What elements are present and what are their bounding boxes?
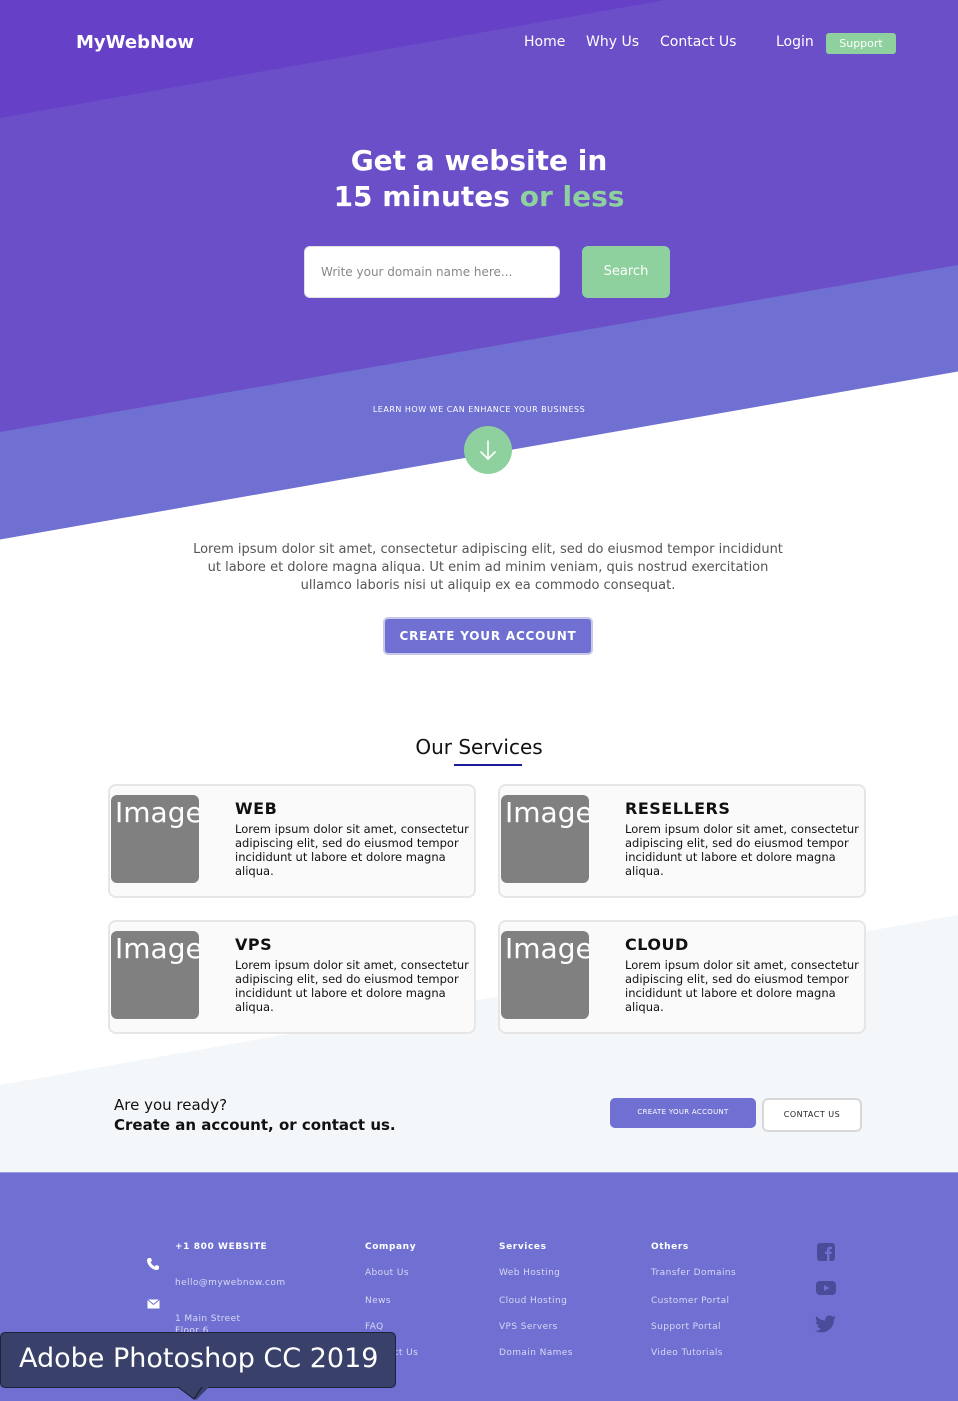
search-button[interactable]: Search — [582, 246, 670, 298]
service-name: WEB — [235, 799, 278, 818]
service-name: RESELLERS — [625, 799, 731, 818]
hero-title-accent: or less — [519, 180, 625, 213]
service-card-resellers[interactable]: Image RESELLERS Lorem ipsum dolor sit am… — [498, 784, 866, 898]
footer-link-support-portal[interactable]: Support Portal — [651, 1322, 721, 1332]
twitter-icon[interactable] — [815, 1315, 836, 1333]
arrow-down-icon — [480, 440, 496, 460]
facebook-icon[interactable] — [817, 1243, 835, 1261]
hero-title-main: 15 minutes — [333, 180, 520, 213]
footer-company-heading: Company — [365, 1242, 417, 1252]
support-button[interactable]: Support — [826, 33, 896, 54]
photoshop-tooltip: Adobe Photoshop CC 2019 — [0, 1332, 396, 1388]
nav-why-us-link[interactable]: Why Us — [586, 34, 639, 50]
service-image-placeholder: Image — [501, 931, 589, 1019]
site-logo[interactable]: MyWebNow — [76, 32, 194, 53]
service-description: Lorem ipsum dolor sit amet, consectetur … — [235, 958, 469, 1014]
hero-title-line2: 15 minutes or less — [279, 179, 679, 215]
service-image-placeholder: Image — [111, 931, 199, 1019]
footer-link-web-hosting[interactable]: Web Hosting — [499, 1268, 560, 1278]
cta-question: Are you ready? — [114, 1096, 228, 1114]
footer-link-about-us[interactable]: About Us — [365, 1268, 409, 1278]
service-card-web[interactable]: Image WEB Lorem ipsum dolor sit amet, co… — [108, 784, 476, 898]
intro-text: Lorem ipsum dolor sit amet, consectetur … — [193, 542, 783, 593]
service-description: Lorem ipsum dolor sit amet, consectetur … — [625, 958, 859, 1014]
phone-icon — [147, 1258, 159, 1270]
footer-email[interactable]: hello@mywebnow.com — [175, 1278, 285, 1288]
footer-link-domain-names[interactable]: Domain Names — [499, 1348, 573, 1358]
hero-title: Get a website in 15 minutes or less — [279, 143, 679, 215]
cta-statement: Create an account, or contact us. — [114, 1116, 396, 1134]
footer-link-video-tutorials[interactable]: Video Tutorials — [651, 1348, 723, 1358]
nav-contact-us-link[interactable]: Contact Us — [660, 34, 736, 50]
service-description: Lorem ipsum dolor sit amet, consectetur … — [235, 822, 469, 878]
service-card-vps[interactable]: Image VPS Lorem ipsum dolor sit amet, co… — [108, 920, 476, 1034]
footer-services-heading: Services — [499, 1242, 547, 1252]
nav-home-link[interactable]: Home — [524, 34, 565, 50]
footer-link-cloud-hosting[interactable]: Cloud Hosting — [499, 1296, 567, 1306]
scroll-down-button[interactable] — [464, 426, 512, 474]
footer-others-heading: Others — [651, 1242, 689, 1252]
create-account-button[interactable]: CREATE YOUR ACCOUNT — [383, 617, 593, 655]
tooltip-tail — [178, 1386, 210, 1400]
service-image-placeholder: Image — [111, 795, 199, 883]
youtube-icon[interactable] — [816, 1281, 836, 1295]
top-nav: MyWebNow Home Why Us Contact Us Login Su… — [0, 0, 958, 86]
footer-phone: +1 800 WEBSITE — [175, 1242, 268, 1252]
learn-more-label: LEARN HOW WE CAN ENHANCE YOUR BUSINESS — [372, 405, 586, 414]
mail-icon — [147, 1299, 160, 1309]
service-name: CLOUD — [625, 935, 689, 954]
footer-link-customer-portal[interactable]: Customer Portal — [651, 1296, 729, 1306]
service-name: VPS — [235, 935, 273, 954]
services-title: Our Services — [415, 735, 543, 759]
service-card-cloud[interactable]: Image CLOUD Lorem ipsum dolor sit amet, … — [498, 920, 866, 1034]
footer-address-line1: 1 Main Street — [175, 1314, 241, 1324]
tooltip-text: Adobe Photoshop CC 2019 — [19, 1343, 379, 1374]
cta-create-account-button[interactable]: CREATE YOUR ACCOUNT — [610, 1098, 756, 1128]
hero-title-line1: Get a website in — [350, 144, 608, 177]
footer-link-vps-servers[interactable]: VPS Servers — [499, 1322, 558, 1332]
services-title-underline — [454, 764, 522, 766]
domain-search-input[interactable] — [304, 246, 560, 298]
service-description: Lorem ipsum dolor sit amet, consectetur … — [625, 822, 859, 878]
nav-login-link[interactable]: Login — [776, 34, 814, 50]
footer-link-faq[interactable]: FAQ — [365, 1322, 384, 1332]
cta-contact-us-button[interactable]: CONTACT US — [762, 1098, 862, 1132]
service-image-placeholder: Image — [501, 795, 589, 883]
footer-link-transfer-domains[interactable]: Transfer Domains — [651, 1268, 736, 1278]
footer-link-news[interactable]: News — [365, 1296, 391, 1306]
